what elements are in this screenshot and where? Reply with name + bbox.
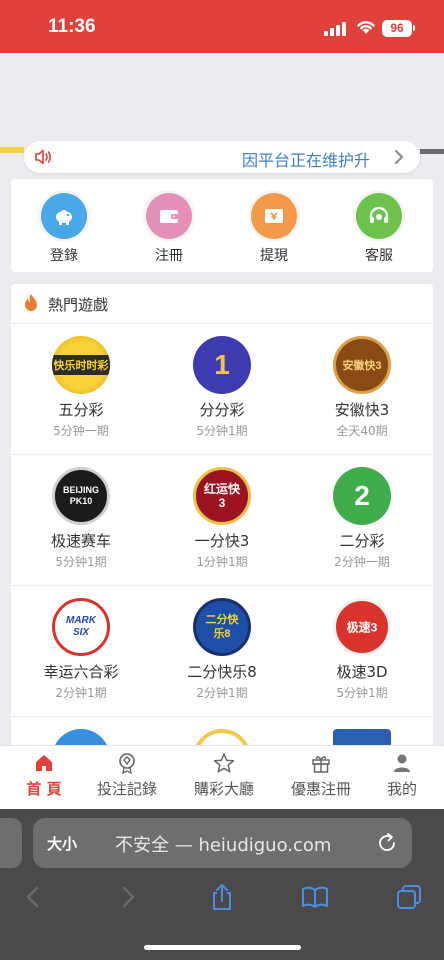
reload-icon[interactable] bbox=[376, 832, 398, 854]
notice-bar[interactable]: 因平台正在维护升 bbox=[24, 141, 420, 173]
trophy-icon bbox=[119, 753, 135, 774]
game-name: 分分彩 bbox=[199, 401, 245, 419]
tab-home[interactable]: 首 頁 bbox=[0, 752, 88, 799]
game-logo: 极速3 bbox=[333, 598, 391, 656]
game-name: 极速3D bbox=[336, 663, 388, 681]
tab-profile[interactable]: 我的 bbox=[358, 752, 444, 799]
speaker-icon bbox=[35, 149, 52, 165]
wallet-icon bbox=[146, 193, 192, 239]
game-row: MARK SIX 幸运六合彩 2分钟1期 二分快乐8 二分快乐8 2分钟1期 极… bbox=[11, 586, 433, 717]
game-row: 快乐时时彩 五分彩 5分钟一期 1 分分彩 5分钟1期 安徽快3 安徽快3 全天… bbox=[11, 324, 433, 455]
game-item-mark-six[interactable]: MARK SIX 幸运六合彩 2分钟1期 bbox=[11, 598, 151, 701]
address-bar[interactable]: 大小 不安全 — heiudiguo.com bbox=[33, 818, 412, 868]
game-name: 极速赛车 bbox=[50, 532, 111, 550]
home-indicator bbox=[144, 945, 301, 950]
quick-action-support[interactable]: 客服 bbox=[339, 193, 419, 265]
game-logo: MARK SIX bbox=[52, 598, 110, 656]
tab-label: 優惠注冊 bbox=[290, 780, 351, 798]
game-logo: 二分快乐8 bbox=[193, 598, 251, 656]
game-name: 安徽快3 bbox=[334, 401, 390, 419]
wifi-icon bbox=[357, 21, 375, 34]
tab-lottery-hall[interactable]: 購彩大廳 bbox=[180, 752, 268, 799]
game-name: 二分快乐8 bbox=[187, 663, 257, 681]
game-item-erfen-kl8[interactable]: 二分快乐8 二分快乐8 2分钟1期 bbox=[152, 598, 292, 701]
quick-action-register[interactable]: 注冊 bbox=[129, 193, 209, 265]
status-time: 11:36 bbox=[48, 16, 96, 37]
game-item-erfencai[interactable]: 2 二分彩 2分钟一期 bbox=[292, 467, 432, 570]
game-period: 2分钟1期 bbox=[196, 686, 248, 700]
share-icon[interactable] bbox=[207, 882, 237, 912]
piggy-bank-icon bbox=[41, 193, 87, 239]
game-period: 1分钟1期 bbox=[196, 555, 248, 569]
url-text: 不安全 — heiudiguo.com bbox=[115, 835, 332, 856]
withdraw-ticket-icon bbox=[251, 193, 297, 239]
game-item-yifen-k3[interactable]: 红运快3 一分快3 1分钟1期 bbox=[152, 467, 292, 570]
chevron-right-icon[interactable] bbox=[392, 149, 406, 165]
game-row: BEIJING PK10 极速赛车 5分钟1期 红运快3 一分快3 1分钟1期 … bbox=[11, 455, 433, 586]
accent-line-right bbox=[420, 149, 444, 154]
game-logo: BEIJING PK10 bbox=[52, 467, 110, 525]
user-icon bbox=[394, 754, 410, 772]
game-item-jisu-3d[interactable]: 极速3 极速3D 5分钟1期 bbox=[292, 598, 432, 701]
home-icon bbox=[36, 755, 52, 771]
quick-action-withdraw[interactable]: 提現 bbox=[234, 193, 314, 265]
hot-games-header: 熱門遊戲 bbox=[11, 284, 433, 324]
text-size-button[interactable]: 大小 bbox=[47, 833, 77, 854]
game-logo: 快乐时时彩 bbox=[52, 336, 110, 394]
battery-tip bbox=[413, 25, 415, 31]
previous-tab-preview[interactable] bbox=[0, 818, 22, 868]
accent-line-left bbox=[0, 147, 24, 153]
star-icon bbox=[213, 753, 235, 773]
bookmarks-icon[interactable] bbox=[300, 882, 330, 912]
hot-games-title: 熱門遊戲 bbox=[48, 296, 109, 314]
game-item-racing[interactable]: BEIJING PK10 极速赛车 5分钟1期 bbox=[11, 467, 151, 570]
gift-icon bbox=[312, 756, 330, 773]
game-name: 幸运六合彩 bbox=[43, 663, 119, 681]
game-item-fenfencai[interactable]: 1 分分彩 5分钟1期 bbox=[152, 336, 292, 439]
game-period: 5分钟一期 bbox=[53, 424, 109, 438]
cellular-signal-icon bbox=[324, 22, 348, 36]
tabs-icon[interactable] bbox=[394, 882, 424, 912]
game-period: 全天40期 bbox=[336, 424, 388, 438]
game-period: 5分钟1期 bbox=[196, 424, 248, 438]
back-icon[interactable] bbox=[18, 882, 48, 912]
quick-actions-card: 登錄 注冊 提現 客服 bbox=[11, 179, 433, 272]
game-name: 一分快3 bbox=[194, 532, 250, 550]
tab-bet-records[interactable]: 投注記錄 bbox=[83, 752, 171, 799]
forward-icon[interactable] bbox=[113, 882, 143, 912]
game-logo: 1 bbox=[193, 336, 251, 394]
bottom-tab-bar: 首 頁 投注記錄 購彩大廳 優惠注冊 我的 bbox=[0, 745, 444, 809]
fire-icon bbox=[25, 294, 37, 311]
notice-text: 因平台正在维护升 bbox=[241, 151, 370, 170]
game-item-anhui-k3[interactable]: 安徽快3 安徽快3 全天40期 bbox=[292, 336, 432, 439]
browser-chrome: 大小 不安全 — heiudiguo.com bbox=[0, 809, 444, 960]
hot-games-card: 熱門遊戲 快乐时时彩 五分彩 5分钟一期 1 分分彩 5分钟1期 安徽快3 安徽… bbox=[11, 284, 433, 754]
game-logo: 红运快3 bbox=[193, 467, 251, 525]
tab-label: 首 頁 bbox=[26, 780, 62, 798]
game-period: 2分钟1期 bbox=[55, 686, 107, 700]
tab-label: 購彩大廳 bbox=[193, 780, 254, 798]
battery-level: 96 bbox=[382, 20, 412, 37]
quick-action-label: 提現 bbox=[260, 248, 288, 264]
game-logo: 安徽快3 bbox=[333, 336, 391, 394]
quick-action-label: 登錄 bbox=[50, 248, 78, 264]
game-period: 2分钟一期 bbox=[334, 555, 390, 569]
tab-promotions[interactable]: 優惠注冊 bbox=[277, 752, 365, 799]
game-item-wufencai[interactable]: 快乐时时彩 五分彩 5分钟一期 bbox=[11, 336, 151, 439]
game-logo: 2 bbox=[333, 467, 391, 525]
game-name: 五分彩 bbox=[58, 401, 104, 419]
tab-label: 我的 bbox=[386, 780, 417, 798]
quick-action-label: 注冊 bbox=[155, 248, 183, 264]
game-period: 5分钟1期 bbox=[336, 686, 388, 700]
quick-action-label: 客服 bbox=[365, 248, 393, 264]
game-period: 5分钟1期 bbox=[55, 555, 107, 569]
headset-icon bbox=[356, 193, 402, 239]
quick-action-login[interactable]: 登錄 bbox=[24, 193, 104, 265]
game-name: 二分彩 bbox=[339, 532, 385, 550]
tab-label: 投注記錄 bbox=[96, 780, 157, 798]
status-bar: 11:36 96 bbox=[0, 0, 444, 53]
